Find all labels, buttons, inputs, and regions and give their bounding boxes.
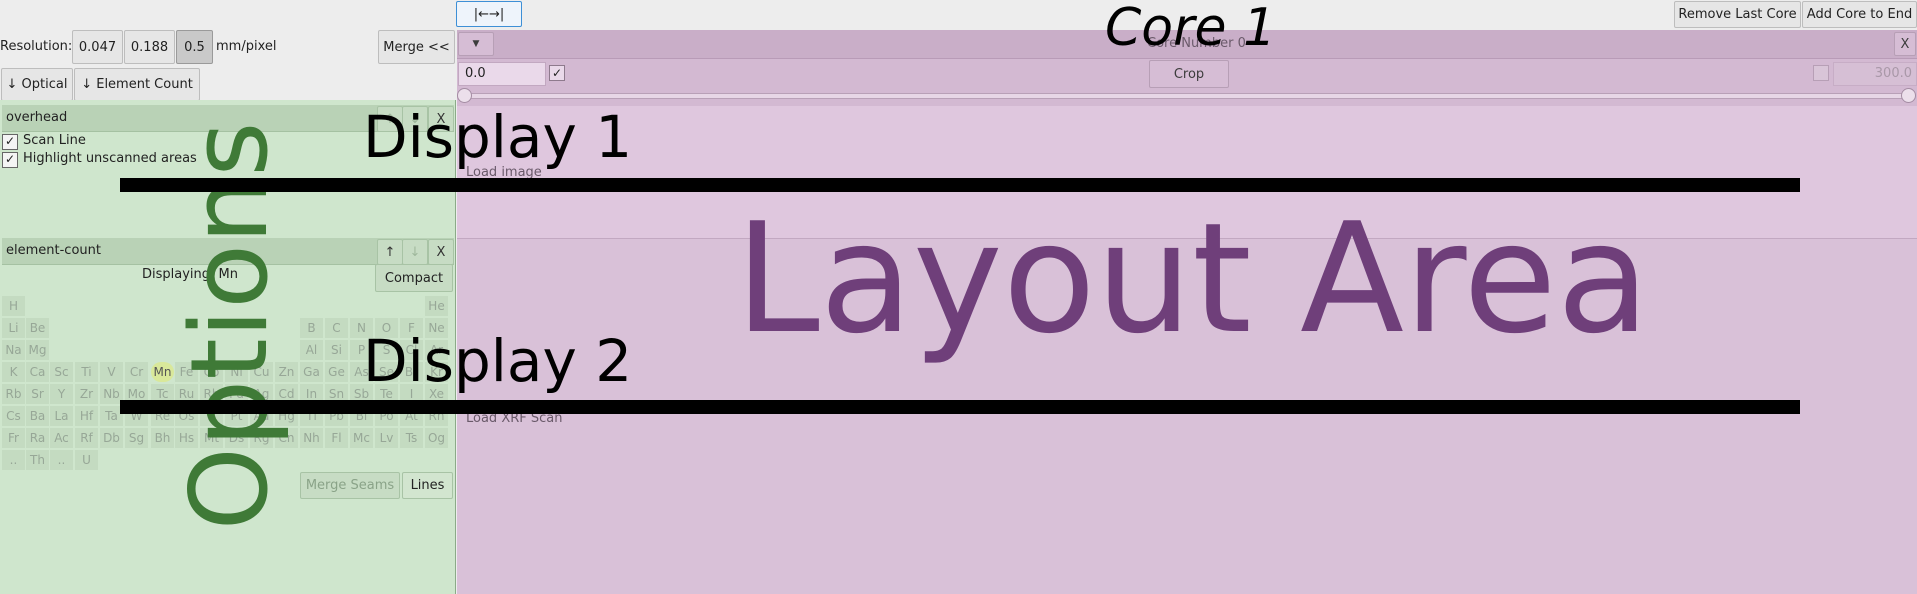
element-cell[interactable]: Ga <box>300 362 323 382</box>
resolution-option-0047[interactable]: 0.047 <box>72 30 123 64</box>
merge-button[interactable]: Merge << <box>378 30 455 64</box>
overhead-title: overhead <box>6 110 68 125</box>
element-cell[interactable]: Ac <box>50 428 73 448</box>
element-cell[interactable]: Na <box>2 340 25 360</box>
element-cell[interactable]: Hf <box>75 406 98 426</box>
element-cell[interactable]: Ca <box>26 362 49 382</box>
close-icon: X <box>1900 36 1910 52</box>
collapse-panel-button[interactable]: |←→| <box>456 1 522 27</box>
merge-label: Merge << <box>383 39 450 55</box>
resolution-option-label: 0.047 <box>78 39 117 55</box>
element-cell[interactable]: C <box>325 318 348 338</box>
core-menu-dropdown[interactable]: ▼ <box>458 32 494 56</box>
element-cell[interactable]: Th <box>26 450 49 470</box>
element-cell[interactable]: Ra <box>26 428 49 448</box>
element-cell[interactable]: Ts <box>400 428 423 448</box>
element-cell[interactable]: Mc <box>350 428 373 448</box>
layout-area-label: Layout Area <box>735 190 1650 367</box>
element-cell[interactable]: H <box>2 296 25 316</box>
element-cell[interactable]: He <box>425 296 448 316</box>
compact-button[interactable]: Compact <box>375 264 453 292</box>
element-cell[interactable]: Ti <box>75 362 98 382</box>
element-cell[interactable]: Ba <box>26 406 49 426</box>
element-cell[interactable]: .. <box>50 450 73 470</box>
slider-start-handle[interactable] <box>457 88 472 103</box>
element-count-button[interactable]: ↓ Element Count <box>74 68 200 101</box>
element-cell[interactable]: Li <box>2 318 25 338</box>
add-core-to-end-label: Add Core to End <box>1806 7 1913 22</box>
element-cell[interactable]: U <box>75 450 98 470</box>
scan-line-checkbox[interactable]: ✓ <box>2 134 18 150</box>
down-arrow-icon: ↓ <box>409 244 421 260</box>
element-cell[interactable]: Y <box>50 384 73 404</box>
element-cell[interactable]: Mg <box>26 340 49 360</box>
element-cell[interactable]: Nh <box>300 428 323 448</box>
start-depth-checkbox[interactable]: ✓ <box>549 65 565 81</box>
element-cell[interactable]: La <box>50 406 73 426</box>
element-cell[interactable]: Zr <box>75 384 98 404</box>
element-cell[interactable]: Rf <box>75 428 98 448</box>
highlight-unscanned-checkbox[interactable]: ✓ <box>2 152 18 168</box>
merge-seams-button[interactable]: Merge Seams <box>300 472 400 499</box>
element-cell[interactable]: Sr <box>26 384 49 404</box>
element-cell[interactable]: Cr <box>125 362 148 382</box>
end-depth-value: 300.0 <box>1874 66 1912 81</box>
resolution-option-05[interactable]: 0.5 <box>176 30 213 64</box>
lines-button[interactable]: Lines <box>402 472 453 499</box>
slider-end-handle[interactable] <box>1901 88 1916 103</box>
element-count-move-up-button[interactable]: ↑ <box>377 239 403 265</box>
resolution-label: Resolution: <box>0 39 73 54</box>
resolution-option-0188[interactable]: 0.188 <box>124 30 175 64</box>
element-count-title: element-count <box>6 243 101 258</box>
display-2-marker-bar <box>120 400 1800 414</box>
start-depth-input[interactable]: 0.0 <box>458 62 546 86</box>
core-close-button[interactable]: X <box>1894 32 1916 56</box>
collapse-label: |←→| <box>473 6 505 22</box>
element-cell[interactable]: Db <box>100 428 123 448</box>
crop-button[interactable]: Crop <box>1149 60 1229 88</box>
element-cell[interactable]: Sg <box>125 428 148 448</box>
resolution-unit: mm/pixel <box>216 39 277 54</box>
chevron-down-icon: ▼ <box>472 39 480 49</box>
element-cell[interactable]: Fl <box>325 428 348 448</box>
crop-label: Crop <box>1173 66 1205 82</box>
element-count-move-down-button[interactable]: ↓ <box>402 239 428 265</box>
display-2-label: Display 2 <box>363 327 633 395</box>
element-cell[interactable]: Ge <box>325 362 348 382</box>
scan-line-label: Scan Line <box>23 133 86 148</box>
element-cell[interactable]: B <box>300 318 323 338</box>
element-cell[interactable]: Rb <box>2 384 25 404</box>
optical-button[interactable]: ↓ Optical <box>1 68 73 101</box>
display-1-label: Display 1 <box>363 103 633 171</box>
remove-last-core-button[interactable]: Remove Last Core <box>1674 1 1801 28</box>
element-count-close-button[interactable]: X <box>428 239 454 265</box>
element-cell[interactable]: K <box>2 362 25 382</box>
element-cell[interactable]: Lv <box>375 428 398 448</box>
element-cell[interactable]: Si <box>325 340 348 360</box>
add-core-to-end-button[interactable]: Add Core to End <box>1802 1 1917 28</box>
end-depth-checkbox[interactable] <box>1813 65 1829 81</box>
resolution-option-label: 0.5 <box>184 39 205 55</box>
element-cell[interactable]: Cs <box>2 406 25 426</box>
element-count-label: ↓ Element Count <box>81 77 193 92</box>
merge-seams-label: Merge Seams <box>305 478 395 493</box>
close-icon: X <box>436 244 446 260</box>
element-cell[interactable]: Og <box>425 428 448 448</box>
end-depth-input[interactable]: 300.0 <box>1833 62 1917 86</box>
element-cell[interactable]: Fr <box>2 428 25 448</box>
element-cell[interactable]: .. <box>2 450 25 470</box>
start-depth-value: 0.0 <box>465 66 486 81</box>
remove-last-core-label: Remove Last Core <box>1678 7 1797 22</box>
element-cell[interactable]: V <box>100 362 123 382</box>
resolution-option-label: 0.188 <box>130 39 169 55</box>
element-cell[interactable]: Sc <box>50 362 73 382</box>
element-cell[interactable]: Al <box>300 340 323 360</box>
crop-range-slider[interactable] <box>461 93 1913 99</box>
core-1-heading: Core 1 <box>1105 0 1277 58</box>
lines-label: Lines <box>410 478 445 493</box>
compact-label: Compact <box>384 270 444 286</box>
element-cell[interactable]: Be <box>26 318 49 338</box>
up-arrow-icon: ↑ <box>384 244 396 260</box>
optical-label: ↓ Optical <box>6 77 68 92</box>
